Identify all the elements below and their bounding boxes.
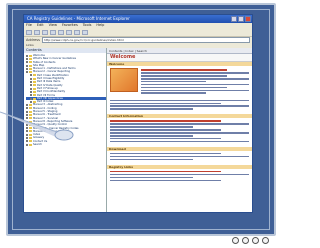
- welcome-more-text: [107, 97, 252, 112]
- expand-icon[interactable]: [30, 100, 32, 103]
- expand-icon[interactable]: [26, 71, 28, 74]
- expand-icon[interactable]: [30, 84, 32, 87]
- contact-text: [107, 118, 252, 144]
- folder-icon: [33, 97, 36, 100]
- home-icon[interactable]: [58, 29, 64, 35]
- menu-favorites[interactable]: Favorites: [62, 23, 78, 28]
- folder-icon: [33, 87, 36, 90]
- main-pane: Contents | Index | Search Welcome Welcom…: [107, 48, 252, 212]
- folder-icon: [29, 71, 32, 74]
- folder-icon: [29, 64, 32, 67]
- expand-icon[interactable]: [26, 54, 28, 57]
- address-label: Address: [26, 38, 40, 42]
- window-controls: [231, 16, 251, 22]
- menu-tools[interactable]: Tools: [83, 23, 92, 28]
- folder-icon: [33, 74, 36, 77]
- search-icon[interactable]: [66, 29, 72, 35]
- expand-icon[interactable]: [30, 94, 32, 97]
- print-icon[interactable]: [82, 29, 88, 35]
- links-label[interactable]: Links: [26, 43, 34, 47]
- slide-nav-dot[interactable]: [242, 237, 249, 244]
- menu-view[interactable]: View: [49, 23, 57, 28]
- menu-file[interactable]: File: [26, 23, 32, 28]
- maximize-button[interactable]: [238, 16, 244, 22]
- close-button[interactable]: [245, 16, 251, 22]
- welcome-image: [110, 68, 138, 92]
- address-bar: Address http://www.cdph.ca.gov/ccr/ccr-g…: [24, 37, 252, 43]
- favorites-icon[interactable]: [74, 29, 80, 35]
- expand-icon[interactable]: [26, 57, 28, 60]
- folder-icon: [33, 81, 36, 84]
- folder-icon: [29, 61, 32, 64]
- welcome-text: [141, 68, 249, 95]
- window-titlebar[interactable]: CA Registry Guidelines - Microsoft Inter…: [24, 15, 252, 23]
- folder-icon: [29, 54, 32, 57]
- menu-edit[interactable]: Edit: [37, 23, 44, 28]
- expand-icon[interactable]: [26, 67, 28, 70]
- folder-icon: [33, 77, 36, 80]
- slide-nav: [232, 237, 269, 244]
- links-text: [107, 169, 252, 184]
- expand-icon[interactable]: [30, 81, 32, 84]
- menu-help[interactable]: Help: [96, 23, 104, 28]
- forward-icon[interactable]: [34, 29, 40, 35]
- slide-nav-dot[interactable]: [262, 237, 269, 244]
- expand-icon[interactable]: [30, 87, 32, 90]
- refresh-icon[interactable]: [50, 29, 56, 35]
- page-banner: Welcome: [107, 54, 252, 62]
- expand-icon[interactable]: [30, 77, 32, 80]
- folder-icon: [33, 84, 36, 87]
- expand-icon[interactable]: [26, 61, 28, 64]
- address-input[interactable]: http://www.cdph.ca.gov/ccr/ccr-guideline…: [41, 37, 250, 43]
- expand-icon[interactable]: [26, 64, 28, 67]
- welcome-section: [107, 66, 252, 97]
- pointer-arrow-icon: [0, 111, 74, 141]
- folder-icon: [29, 57, 32, 60]
- expand-icon[interactable]: [30, 74, 32, 77]
- window-title: CA Registry Guidelines - Microsoft Inter…: [27, 16, 130, 21]
- folder-icon: [33, 94, 36, 97]
- download-text: [107, 151, 252, 163]
- minimize-button[interactable]: [231, 16, 237, 22]
- browser-toolbar: [24, 28, 252, 37]
- folder-icon: [29, 67, 32, 70]
- slide-nav-dot[interactable]: [252, 237, 259, 244]
- expand-icon[interactable]: [30, 90, 32, 93]
- stop-icon[interactable]: [42, 29, 48, 35]
- slide-nav-dot[interactable]: [232, 237, 239, 244]
- expand-icon[interactable]: [30, 97, 32, 100]
- folder-icon: [33, 90, 36, 93]
- back-icon[interactable]: [26, 29, 32, 35]
